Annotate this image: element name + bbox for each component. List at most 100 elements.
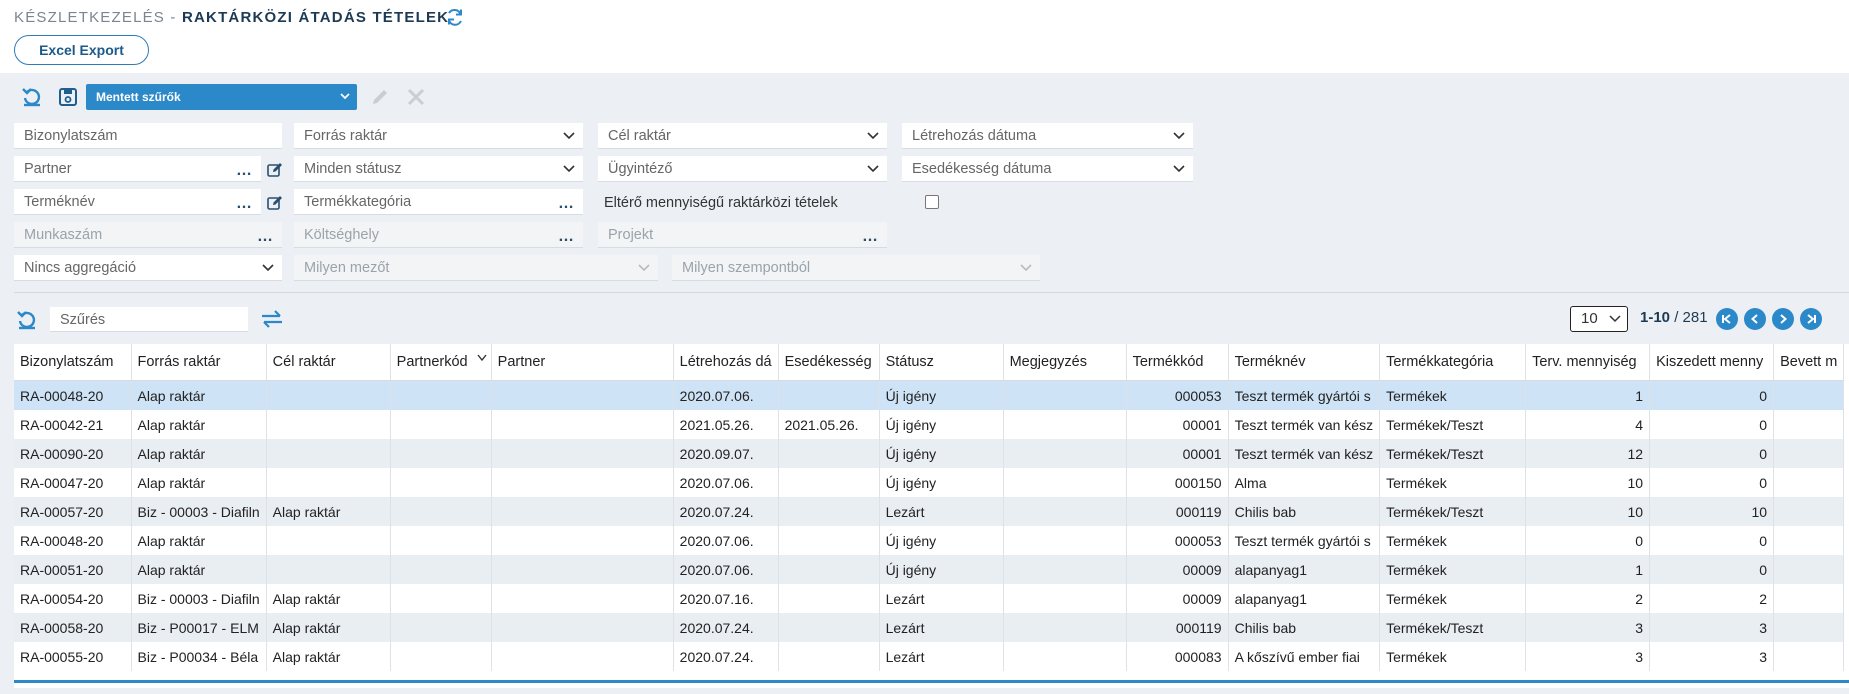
cel-raktar-select[interactable]: Cél raktár xyxy=(598,123,887,149)
save-filter-icon[interactable] xyxy=(56,85,80,109)
chevron-down-icon xyxy=(867,156,879,181)
partner-input[interactable]: Partner… xyxy=(14,156,261,182)
more-icon[interactable]: … xyxy=(236,158,253,181)
cell-letrehozas-datuma: 2020.07.24. xyxy=(673,497,779,526)
cell-cel-raktar xyxy=(266,526,391,555)
chevron-down-icon[interactable] xyxy=(477,354,487,362)
divider xyxy=(14,292,1849,293)
column-header-megjegyzes[interactable]: Megjegyzés xyxy=(1003,344,1127,381)
column-header-bevett-mennyiseg[interactable]: Bevett m xyxy=(1773,344,1845,381)
cell-bevett-mennyiseg xyxy=(1773,555,1845,584)
column-header-bizonylatszam[interactable]: Bizonylatszám xyxy=(14,344,132,381)
table-row[interactable]: RA-00055-20 Biz - P00034 - Béla Alap raktá… xyxy=(14,642,1845,671)
statusz-label: Minden státusz xyxy=(304,161,402,177)
cell-terv-mennyiseg: 3 xyxy=(1525,642,1651,671)
cell-letrehozas-datuma: 2020.07.06. xyxy=(673,555,779,584)
search-input[interactable]: Szűrés xyxy=(50,307,248,332)
chevron-down-icon xyxy=(262,255,274,280)
edit-icon[interactable] xyxy=(266,161,284,179)
column-header-cel-raktar[interactable]: Cél raktár xyxy=(266,344,391,381)
column-header-partner[interactable]: Partner xyxy=(491,344,674,381)
cell-letrehozas-datuma: 2021.05.26. xyxy=(673,410,779,439)
munkaszam-input[interactable]: Munkaszám… xyxy=(14,222,282,248)
last-page-icon[interactable] xyxy=(1800,308,1822,330)
table-row[interactable]: RA-00090-20 Alap raktár 2020.09.07. Új igén… xyxy=(14,439,1845,468)
column-header-label: Státusz xyxy=(885,354,934,370)
cell-megjegyzes xyxy=(1003,468,1127,497)
table-row[interactable]: RA-00054-20 Biz - 00003 - Diafiln Alap rak… xyxy=(14,584,1845,613)
column-header-label: Bizonylatszám xyxy=(20,354,114,370)
column-header-partnerkod[interactable]: Partnerkód xyxy=(390,344,492,381)
cell-termekkod: 000083 xyxy=(1126,642,1229,671)
cell-megjegyzes xyxy=(1003,439,1127,468)
column-header-kiszedett-mennyiseg[interactable]: Kiszedett menny xyxy=(1649,344,1775,381)
column-header-forras-raktar[interactable]: Forrás raktár xyxy=(131,344,267,381)
projekt-input[interactable]: Projekt… xyxy=(598,222,887,248)
more-icon[interactable]: … xyxy=(862,224,879,247)
forras-raktar-select[interactable]: Forrás raktár xyxy=(294,123,583,149)
table-row[interactable]: RA-00057-20 Biz - 00003 - Diafiln Alap rak… xyxy=(14,497,1845,526)
refresh-icon[interactable] xyxy=(445,7,465,27)
forras-raktar-label: Forrás raktár xyxy=(304,128,387,144)
termeknev-placeholder: Terméknév xyxy=(24,194,95,210)
first-page-icon[interactable] xyxy=(1716,308,1738,330)
next-page-icon[interactable] xyxy=(1772,308,1794,330)
letrehozas-datuma-select[interactable]: Létrehozás dátuma xyxy=(902,123,1193,149)
milyen-szempontbol-label: Milyen szempontból xyxy=(682,260,811,276)
column-header-statusz[interactable]: Státusz xyxy=(879,344,1004,381)
cell-letrehozas-datuma: 2020.07.06. xyxy=(673,526,779,555)
column-header-terv-mennyiseg[interactable]: Terv. mennyiség xyxy=(1525,344,1651,381)
cell-statusz: Új igény xyxy=(879,468,1004,497)
cell-termeknev: Teszt termék van kész xyxy=(1228,439,1381,468)
cell-kiszedett-mennyiseg: 0 xyxy=(1649,380,1775,410)
cell-kiszedett-mennyiseg: 3 xyxy=(1649,613,1775,642)
column-header-termekkategoria[interactable]: Termékkategória xyxy=(1379,344,1527,381)
table-row[interactable]: RA-00048-20 Alap raktár 2020.07.06. Új igén… xyxy=(14,380,1845,410)
prev-page-icon[interactable] xyxy=(1744,308,1766,330)
column-header-termeknev[interactable]: Terméknév xyxy=(1228,344,1381,381)
cell-partner xyxy=(491,526,674,555)
termekkategoria-input[interactable]: Termékkategória… xyxy=(294,189,583,215)
column-header-esedekesseg[interactable]: Esedékesség xyxy=(778,344,880,381)
breadcrumb-section[interactable]: KÉSZLETKEZELÉS - xyxy=(14,9,177,26)
reset-grid-icon[interactable] xyxy=(15,308,39,332)
table-row[interactable]: RA-00051-20 Alap raktár 2020.07.06. Új igén… xyxy=(14,555,1845,584)
esedekesseg-datuma-select[interactable]: Esedékesség dátuma xyxy=(902,156,1193,182)
cell-bevett-mennyiseg xyxy=(1773,380,1845,410)
cell-esedekesseg xyxy=(778,497,880,526)
cell-cel-raktar: Alap raktár xyxy=(266,613,391,642)
koltseghely-input[interactable]: Költséghely… xyxy=(294,222,583,248)
column-header-letrehozas-datuma[interactable]: Létrehozás dá xyxy=(673,344,779,381)
table-row[interactable]: RA-00048-20 Alap raktár 2020.07.06. Új igén… xyxy=(14,526,1845,555)
cell-statusz: Lezárt xyxy=(879,642,1004,671)
ugyintezo-select[interactable]: Ügyintéző xyxy=(598,156,887,182)
column-header-termekkod[interactable]: Termékkód xyxy=(1126,344,1229,381)
more-icon[interactable]: … xyxy=(558,191,575,214)
milyen-mezot-label: Milyen mezőt xyxy=(304,260,390,276)
cell-megjegyzes xyxy=(1003,642,1127,671)
cell-partner xyxy=(491,380,674,410)
table-row[interactable]: RA-00047-20 Alap raktár 2020.07.06. Új igén… xyxy=(14,468,1845,497)
more-icon[interactable]: … xyxy=(558,224,575,247)
excel-export-button[interactable]: Excel Export xyxy=(14,35,149,65)
elteres-checkbox[interactable] xyxy=(925,195,939,209)
statusz-select[interactable]: Minden státusz xyxy=(294,156,583,182)
cell-statusz: Lezárt xyxy=(879,613,1004,642)
reset-filter-icon[interactable] xyxy=(20,85,44,109)
table-row[interactable]: RA-00058-20 Biz - P00017 - ELM Alap raktár… xyxy=(14,613,1845,642)
table-row[interactable]: RA-00042-21 Alap raktár 2021.05.26. 2021.05… xyxy=(14,410,1845,439)
more-icon[interactable]: … xyxy=(257,224,274,247)
edit-filter-icon xyxy=(368,85,392,109)
cell-termekkategoria: Termékek/Teszt xyxy=(1379,613,1527,642)
page-size-select[interactable]: 10 xyxy=(1570,306,1628,332)
chevron-down-icon xyxy=(1609,307,1621,339)
cell-partnerkod xyxy=(390,584,492,613)
saved-filters-dropdown[interactable]: Mentett szűrők xyxy=(86,84,357,110)
more-icon[interactable]: … xyxy=(236,191,253,214)
bizonylatszam-input[interactable]: Bizonylatszám xyxy=(14,123,282,149)
termeknev-input[interactable]: Terméknév … xyxy=(14,189,261,215)
cell-forras-raktar: Biz - P00017 - ELM xyxy=(131,613,267,642)
edit-icon[interactable] xyxy=(266,194,284,212)
aggregacio-select[interactable]: Nincs aggregáció xyxy=(14,255,282,281)
swap-icon[interactable] xyxy=(260,307,284,331)
